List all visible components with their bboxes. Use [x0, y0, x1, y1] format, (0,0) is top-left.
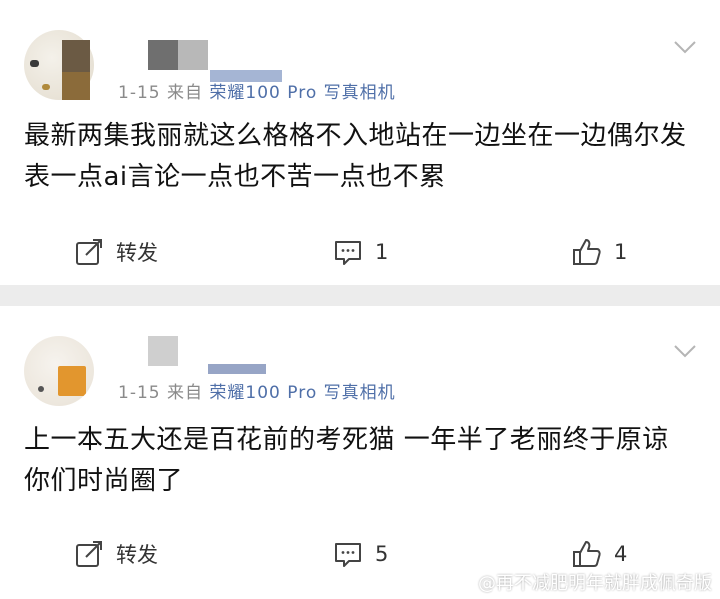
device-link[interactable]: 荣耀100 Pro 写真相机: [209, 383, 395, 403]
thumbs-up-icon: [573, 239, 601, 265]
post-time-source: 1-15 来自: [118, 83, 203, 103]
action-bar: 转发 1 1: [0, 232, 720, 272]
thumbs-up-icon: [573, 541, 601, 567]
comment-text: 最新两集我丽就这么格格不入地站在一边坐在一边偶尔发表一点ai言论一点也不苦一点也…: [24, 121, 687, 192]
comment-count: 1: [375, 240, 389, 264]
repost-button[interactable]: 转发: [74, 232, 158, 272]
comment-text: 上一本五大还是百花前的考死猫 一年半了老丽终于原谅你们时尚圈了: [24, 425, 669, 496]
post-time-source: 1-15 来自: [118, 383, 203, 403]
comment-icon: [335, 241, 361, 265]
comment-card: 1-15 来自 荣耀100 Pro 写真相机 最新两集我丽就这么格格不入地站在一…: [0, 0, 720, 285]
share-edit-icon: [76, 541, 102, 567]
repost-label: 转发: [116, 241, 158, 265]
like-count: 4: [614, 542, 628, 566]
comment-button[interactable]: 1: [333, 232, 388, 272]
like-button[interactable]: 1: [572, 232, 627, 272]
like-count: 1: [614, 240, 628, 264]
chevron-down-icon[interactable]: [672, 34, 698, 60]
share-edit-icon: [76, 239, 102, 265]
repost-label: 转发: [116, 543, 158, 567]
repost-button[interactable]: 转发: [74, 534, 158, 574]
comment-button[interactable]: 5: [333, 534, 388, 574]
like-button[interactable]: 4: [572, 534, 627, 574]
post-meta: 1-15 来自 荣耀100 Pro 写真相机: [118, 378, 396, 403]
action-bar: 转发 5 4: [0, 534, 720, 574]
comment-card: 1-15 来自 荣耀100 Pro 写真相机 上一本五大还是百花前的考死猫 一年…: [0, 306, 720, 599]
comment-icon: [335, 543, 361, 567]
post-meta: 1-15 来自 荣耀100 Pro 写真相机: [118, 78, 396, 103]
avatar[interactable]: [24, 336, 94, 406]
watermark: @再不减肥明年就胖成佩奇版: [478, 569, 712, 595]
device-link[interactable]: 荣耀100 Pro 写真相机: [209, 83, 395, 103]
chevron-down-icon[interactable]: [672, 338, 698, 364]
watermark-text: @再不减肥明年就胖成佩奇版: [478, 573, 712, 594]
comment-count: 5: [375, 542, 389, 566]
